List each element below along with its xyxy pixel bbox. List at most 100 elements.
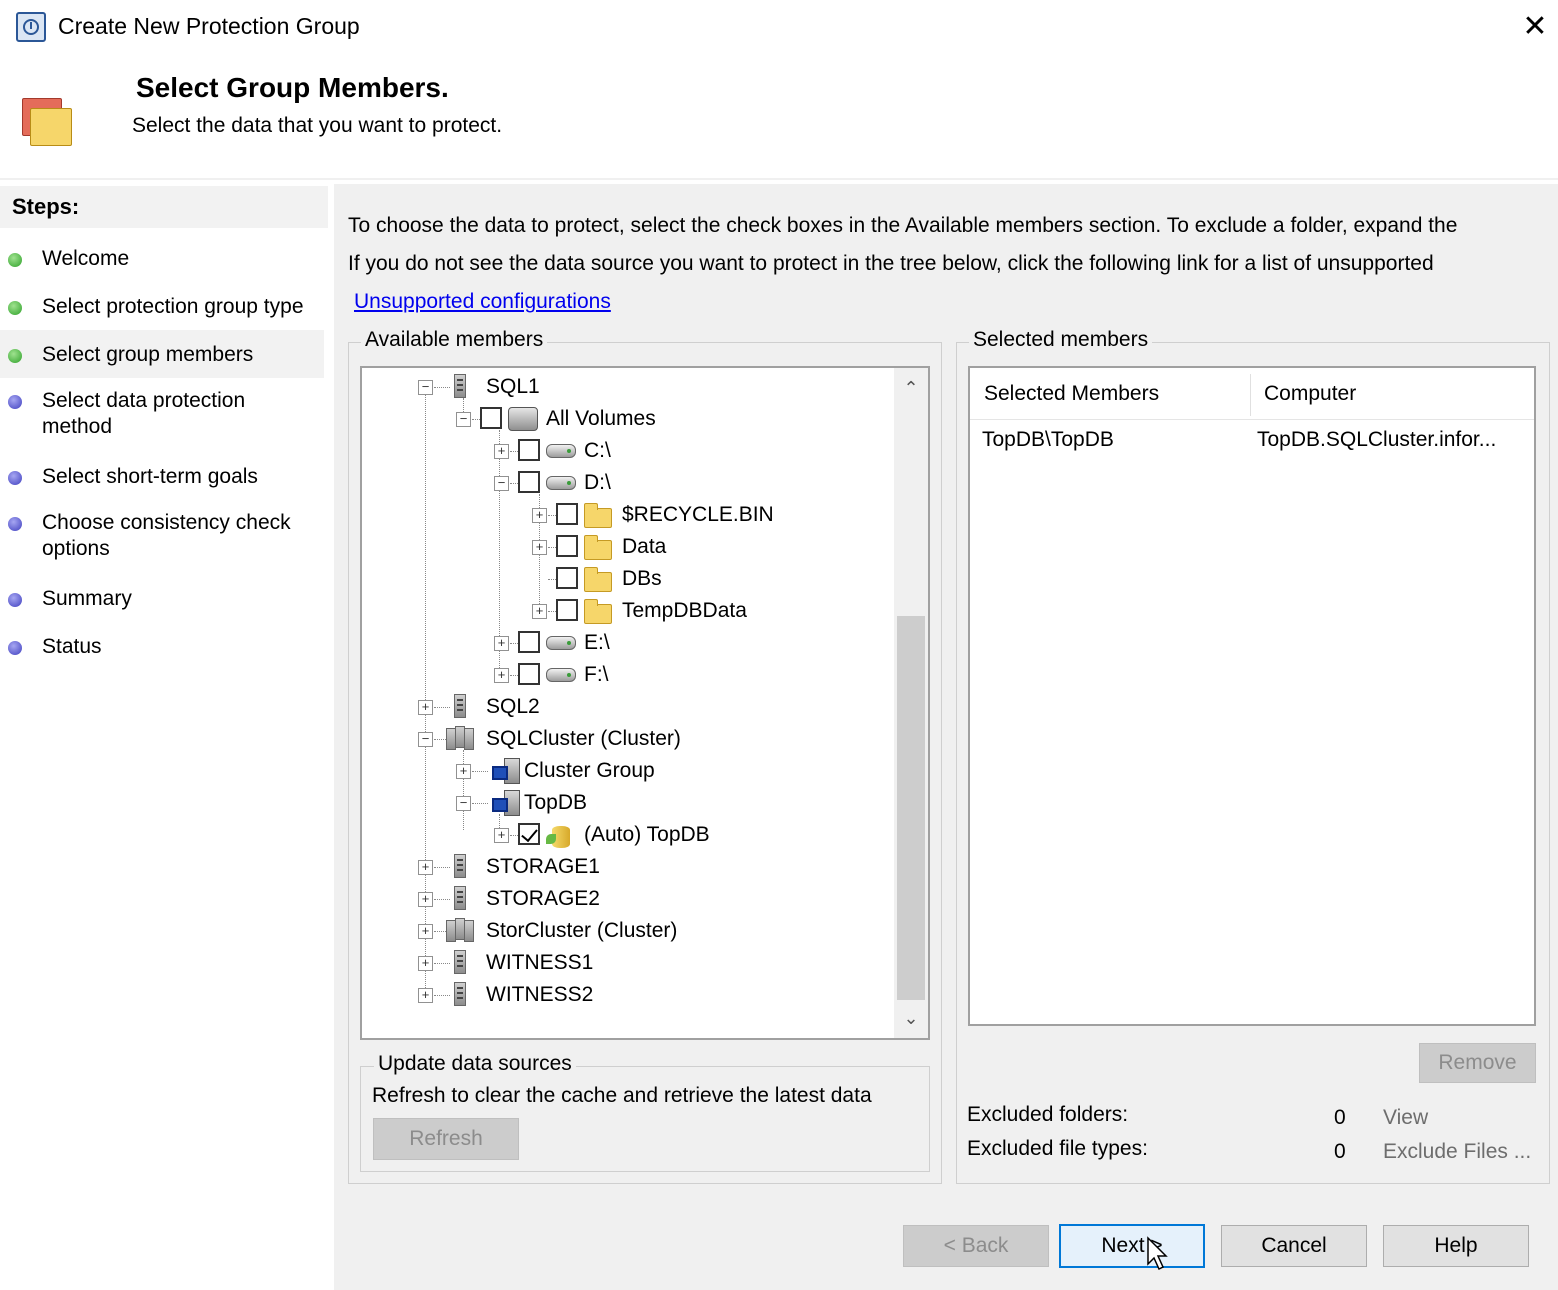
expand-icon[interactable]: + [532,604,547,619]
tree-checkbox[interactable] [518,471,540,493]
expand-icon[interactable]: + [494,444,509,459]
collapse-icon[interactable]: − [418,732,433,747]
expand-icon[interactable]: + [532,540,547,555]
step-pending-icon [8,641,22,655]
tree-node[interactable]: − TopDB [362,788,892,818]
expand-icon[interactable]: + [494,636,509,651]
tree-checkbox[interactable] [518,663,540,685]
tree-node[interactable]: + WITNESS2 [362,980,892,1010]
tree-node[interactable]: − SQLCluster (Cluster) [362,724,892,754]
folder-icon [584,564,614,594]
step-choose-consistency-check-options: Choose consistency check options [0,510,324,566]
tree-node[interactable]: + StorCluster (Cluster) [362,916,892,946]
next-button[interactable]: Next > [1059,1224,1205,1268]
tree-node-label: WITNESS2 [486,983,594,1006]
tree-checkbox[interactable] [556,535,578,557]
tree-node[interactable]: + TempDBData [362,596,892,626]
tree-node-label: Cluster Group [524,759,655,782]
tree-checkbox[interactable] [518,439,540,461]
tree-node[interactable]: + Cluster Group [362,756,892,786]
instructions-text: To choose the data to protect, select th… [348,214,1458,237]
header-divider [0,178,1558,180]
scroll-up-icon[interactable]: ⌃ [894,370,928,406]
step-label: Select data protection method [42,389,246,438]
step-complete-icon [8,253,22,267]
collapse-icon[interactable]: − [456,412,471,427]
exclude-files-link[interactable]: Exclude Files ... [1383,1140,1531,1164]
expand-icon[interactable]: + [532,508,547,523]
expand-icon[interactable]: + [418,924,433,939]
column-header-selected-members[interactable]: Selected Members [984,382,1159,406]
tree-node-label: DBs [622,567,662,590]
expand-icon[interactable]: + [418,892,433,907]
selected-computer-cell[interactable]: TopDB.SQLCluster.infor... [1257,428,1496,452]
steps-heading: Steps: [0,186,328,228]
tree-node[interactable]: + STORAGE1 [362,852,892,882]
excluded-folders-label: Excluded folders: [967,1103,1129,1126]
tree-node[interactable]: + SQL2 [362,692,892,722]
back-button[interactable]: < Back [903,1225,1049,1267]
tree-node-label: StorCluster (Cluster) [486,919,678,942]
expand-icon[interactable]: + [418,988,433,1003]
column-header-computer[interactable]: Computer [1264,382,1356,406]
step-select-protection-group-type: Select protection group type [0,294,324,324]
tree-checkbox[interactable] [556,503,578,525]
selected-member-cell[interactable]: TopDB\TopDB [982,428,1114,452]
expand-icon[interactable]: + [456,764,471,779]
column-divider[interactable] [1250,374,1251,416]
tree-node[interactable]: − D:\ [362,468,892,498]
tree-node[interactable]: + STORAGE2 [362,884,892,914]
step-select-data-protection-method: Select data protection method [0,388,324,444]
collapse-icon[interactable]: − [456,796,471,811]
tree-node[interactable]: + Data [362,532,892,562]
tree-checkbox[interactable] [480,407,502,429]
expand-icon[interactable]: + [494,828,509,843]
tree-node[interactable]: + C:\ [362,436,892,466]
tree-node[interactable]: DBs [362,564,892,594]
scrollbar-thumb[interactable] [897,616,925,1000]
drive-icon [546,660,576,690]
page-subtitle: Select the data that you want to protect… [132,114,503,137]
available-members-tree[interactable]: − SQL1− All Volumes + C:\ − D:\ + $RECYCLE.BIN + D… [360,366,930,1040]
available-members-label: Available members [361,328,548,352]
close-button[interactable]: ✕ [1512,6,1558,48]
database-icon [546,820,576,850]
tree-checkbox[interactable] [518,823,540,845]
step-label: Summary [42,587,132,610]
tree-checkbox[interactable] [556,567,578,589]
selected-members-label: Selected members [969,328,1153,352]
tree-node-label: TempDBData [622,599,747,622]
folder-icon [584,500,614,530]
expand-icon[interactable]: + [494,668,509,683]
drive-icon [546,436,576,466]
tree-node[interactable]: − SQL1 [362,372,892,402]
view-link[interactable]: View [1383,1106,1428,1130]
cluster-icon [446,916,484,946]
tree-node-label: STORAGE2 [486,887,600,910]
tree-checkbox[interactable] [518,631,540,653]
step-complete-icon [8,301,22,315]
tree-node[interactable]: + F:\ [362,660,892,690]
unsupported-configurations-link[interactable]: Unsupported configurations [354,290,611,314]
tree-node[interactable]: + $RECYCLE.BIN [362,500,892,530]
remove-button[interactable]: Remove [1419,1043,1536,1083]
expand-icon[interactable]: + [418,700,433,715]
cancel-button[interactable]: Cancel [1221,1225,1367,1267]
selected-members-list[interactable] [968,366,1536,1026]
collapse-icon[interactable]: − [494,476,509,491]
expand-icon[interactable]: + [418,956,433,971]
tree-node[interactable]: + (Auto) TopDB [362,820,892,850]
tree-node-label: C:\ [584,439,611,462]
unsupported-note: If you do not see the data source you wa… [348,252,1434,275]
tree-node[interactable]: + WITNESS1 [362,948,892,978]
step-complete-icon [8,349,22,363]
tree-node[interactable]: − All Volumes [362,404,892,434]
scroll-down-icon[interactable]: ⌄ [894,1000,928,1036]
tree-node[interactable]: + E:\ [362,628,892,658]
help-button[interactable]: Help [1383,1225,1529,1267]
server-icon [454,948,484,978]
tree-checkbox[interactable] [556,599,578,621]
refresh-button[interactable]: Refresh [373,1118,519,1160]
expand-icon[interactable]: + [418,860,433,875]
collapse-icon[interactable]: − [418,380,433,395]
